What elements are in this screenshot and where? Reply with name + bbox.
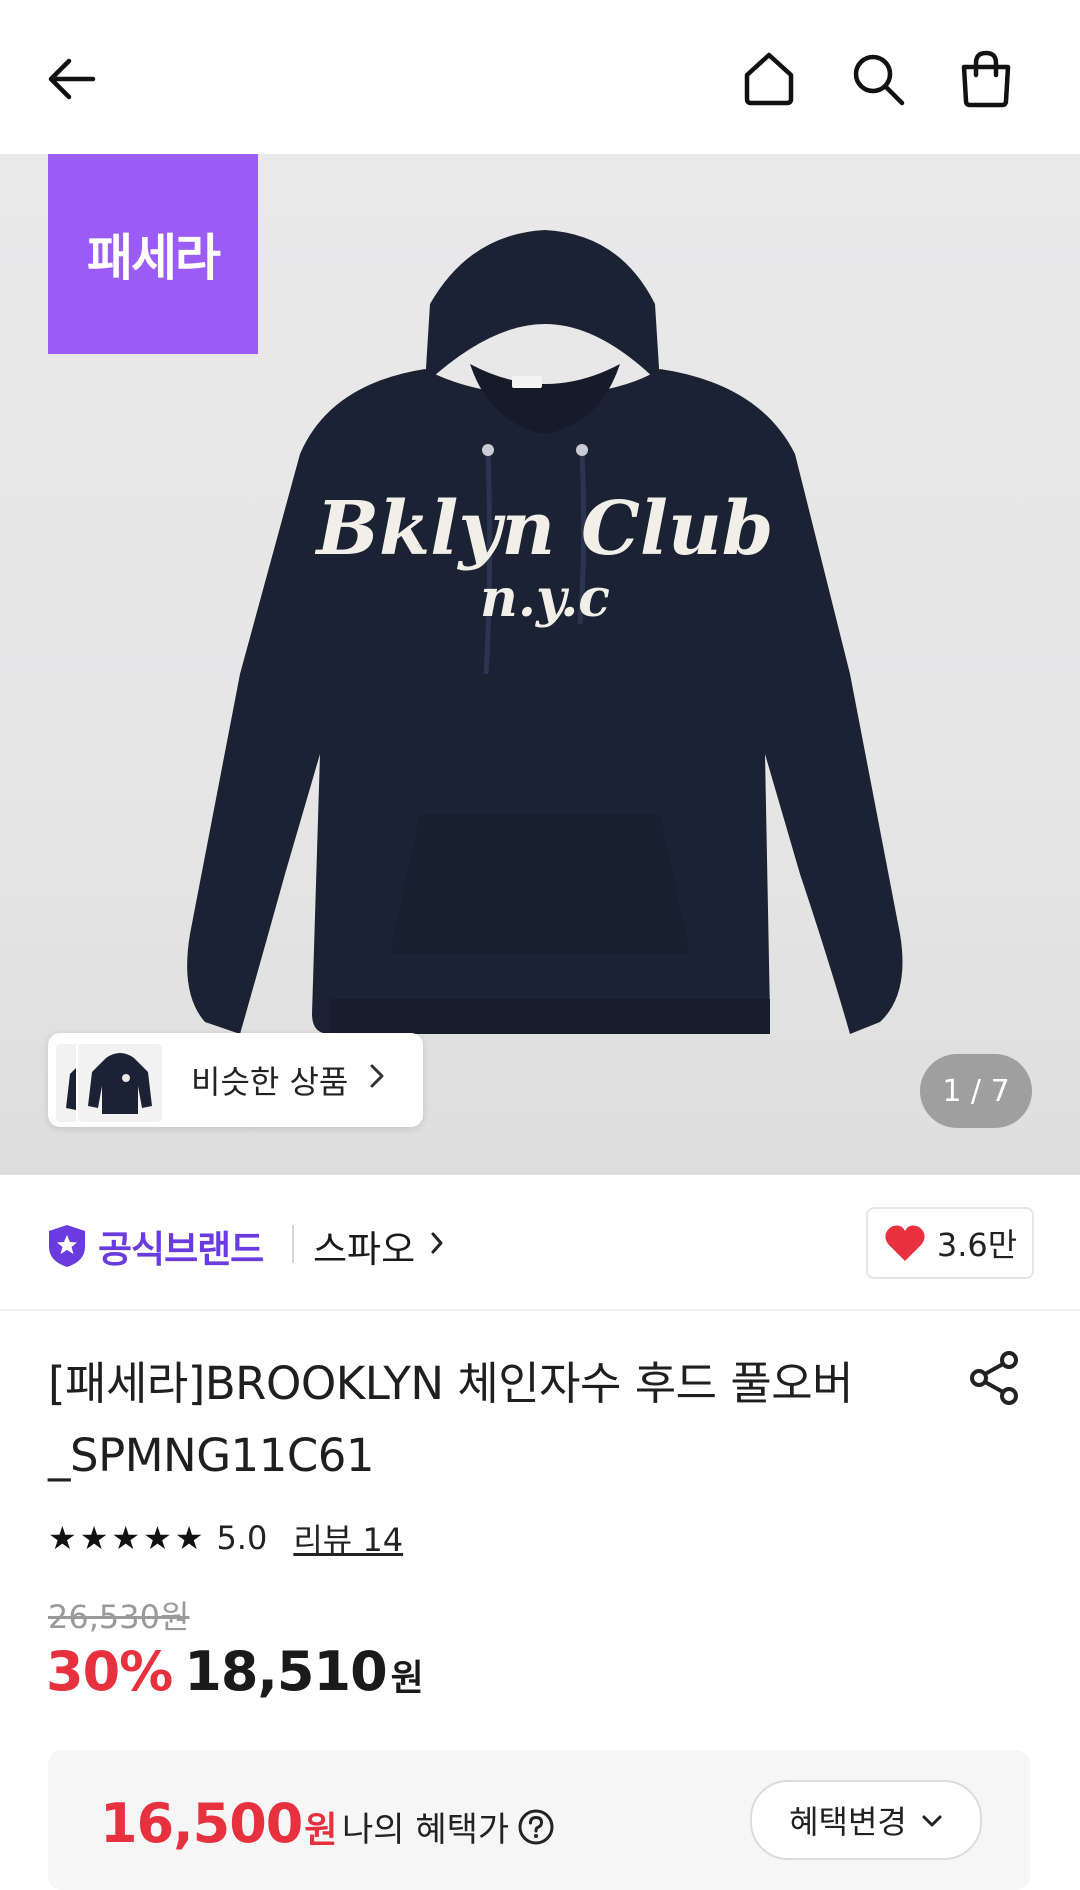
benefit-price-box: 16,500 원 나의 혜택가 혜택변경 bbox=[48, 1750, 1030, 1890]
top-app-bar bbox=[0, 0, 1080, 154]
image-page-indicator: 1 / 7 bbox=[920, 1054, 1032, 1128]
benefit-label-group: 나의 혜택가 bbox=[342, 1802, 555, 1851]
product-title-line2: _SPMNG11C61 bbox=[48, 1429, 375, 1482]
sale-price-unit: 원 bbox=[390, 1658, 424, 1699]
similar-thumbnail bbox=[76, 1042, 164, 1124]
home-icon[interactable] bbox=[734, 44, 804, 114]
shield-star-icon bbox=[49, 1225, 85, 1267]
question-circle-icon[interactable] bbox=[517, 1808, 555, 1846]
star-icon: ★ bbox=[111, 1519, 141, 1557]
like-count: 3.6만 bbox=[936, 1226, 1018, 1264]
benefit-price-unit: 원 bbox=[304, 1810, 338, 1851]
star-icon: ★ bbox=[143, 1519, 172, 1557]
heart-icon bbox=[885, 1225, 925, 1261]
original-price: 26,530원 bbox=[48, 1598, 190, 1636]
graphic-text-line2: n.y.c bbox=[480, 568, 610, 629]
similar-products-button[interactable]: 비슷한 상품 bbox=[48, 1033, 423, 1127]
price-row: 30% 18,510 원 bbox=[46, 1640, 424, 1703]
change-benefit-button[interactable]: 혜택변경 bbox=[750, 1780, 982, 1860]
similar-products-label: 비슷한 상품 bbox=[191, 1063, 349, 1101]
similar-thumbnails bbox=[54, 1038, 169, 1124]
arrow-left-icon[interactable] bbox=[36, 44, 106, 114]
brand-row: 공식브랜드 스파오 3.6만 bbox=[0, 1175, 1080, 1311]
shopping-bag-icon[interactable] bbox=[951, 44, 1021, 114]
change-benefit-label: 혜택변경 bbox=[789, 1803, 907, 1841]
official-brand-badge: 공식브랜드 bbox=[46, 1219, 264, 1273]
product-title: [패세라]BROOKLYN 체인자수 후드 풀오버 _SPMNG11C61 bbox=[48, 1348, 928, 1492]
brand-name: 스파오 bbox=[313, 1228, 416, 1271]
sale-price: 18,510 bbox=[184, 1640, 387, 1703]
chevron-right-icon bbox=[429, 1229, 445, 1264]
chevron-down-icon bbox=[921, 1805, 943, 1835]
like-button[interactable]: 3.6만 bbox=[866, 1207, 1034, 1279]
divider bbox=[292, 1225, 294, 1263]
product-title-line1: [패세라]BROOKLYN 체인자수 후드 풀오버 bbox=[48, 1357, 854, 1410]
search-icon[interactable] bbox=[843, 44, 913, 114]
rating-value: 5.0 bbox=[216, 1519, 268, 1557]
rating-row: ★ ★ ★ ★ ★ 5.0 리뷰 14 bbox=[48, 1515, 403, 1561]
star-rating: ★ ★ ★ ★ ★ bbox=[48, 1522, 206, 1554]
graphic-text-line1: Bklyn Club bbox=[314, 486, 773, 572]
promo-badge: 패세라 bbox=[48, 154, 258, 354]
star-icon: ★ bbox=[79, 1519, 109, 1557]
benefit-price-value: 16,500 bbox=[100, 1792, 303, 1855]
benefit-price: 16,500 원 bbox=[100, 1792, 338, 1855]
official-brand-label: 공식브랜드 bbox=[98, 1228, 264, 1271]
discount-rate: 30% bbox=[46, 1640, 173, 1703]
brand-link[interactable]: 스파오 bbox=[313, 1219, 445, 1273]
chevron-right-icon bbox=[368, 1062, 386, 1098]
star-icon: ★ bbox=[174, 1519, 204, 1557]
review-link[interactable]: 리뷰 14 bbox=[293, 1515, 403, 1561]
product-image-carousel[interactable]: Bklyn Club n.y.c 패세라 비슷한 상품 1 / 7 bbox=[0, 154, 1080, 1175]
share-icon[interactable] bbox=[965, 1348, 1025, 1408]
star-icon: ★ bbox=[48, 1519, 77, 1557]
benefit-label: 나의 혜택가 bbox=[342, 1810, 510, 1850]
